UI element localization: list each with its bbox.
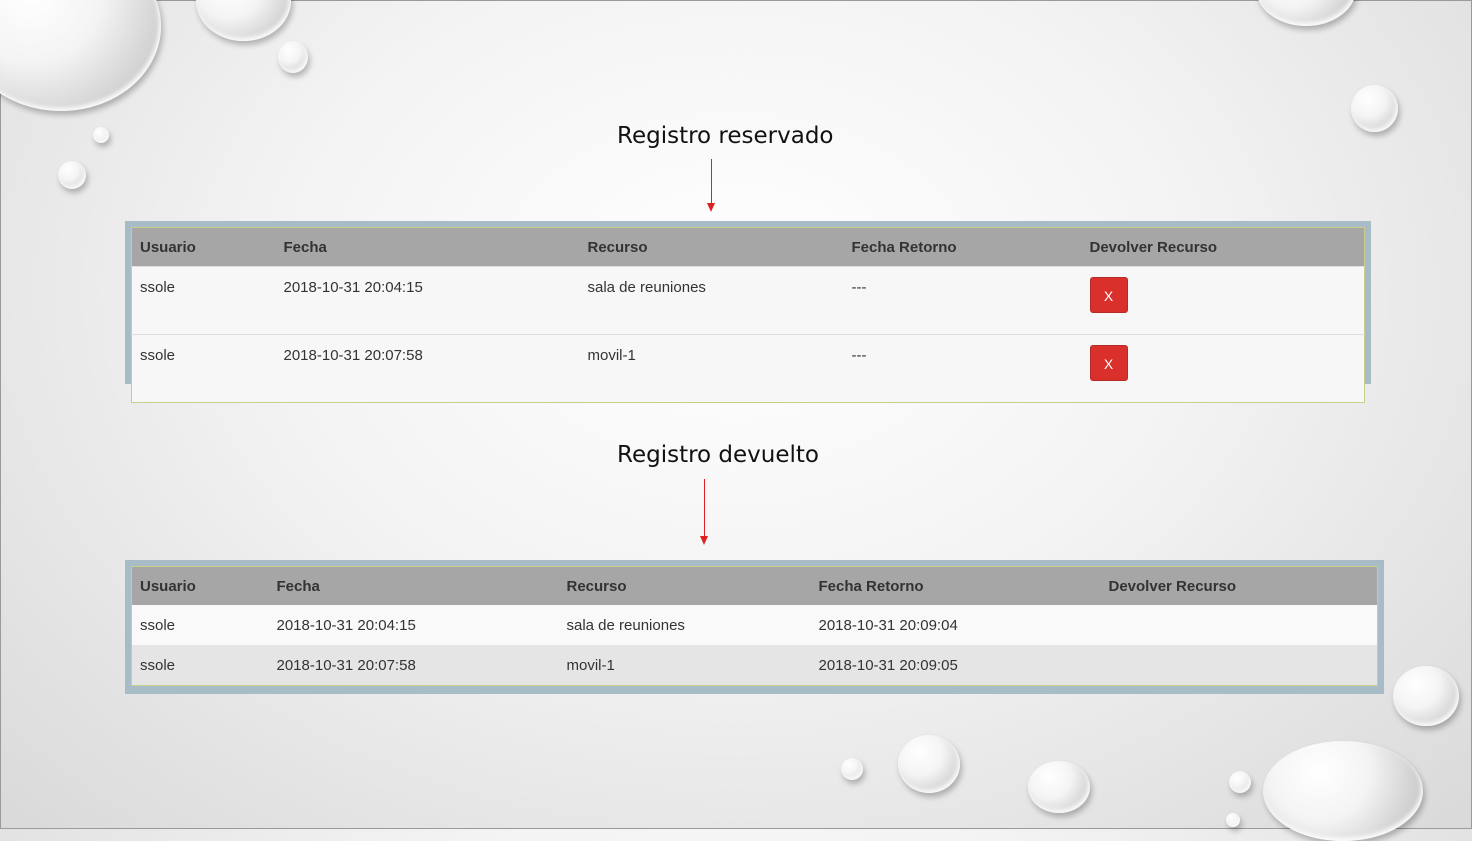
table-row: ssole 2018-10-31 20:07:58 movil-1 2018-1… [131,645,1378,686]
cell-recurso: sala de reuniones [558,605,811,645]
cell-fecha-retorno: --- [843,266,1082,335]
cell-fecha-retorno: --- [843,334,1082,403]
caption-reserved: Registro reservado [617,123,834,149]
cell-recurso: movil-1 [579,334,844,403]
table-row: ssole 2018-10-31 20:04:15 sala de reunio… [131,266,1365,335]
header-fecha-retorno: Fecha Retorno [843,227,1082,267]
cell-usuario: ssole [131,334,276,403]
cell-fecha-retorno: 2018-10-31 20:09:05 [810,645,1101,686]
cell-devolver [1100,645,1378,686]
caption-returned: Registro devuelto [617,442,819,468]
arrow-head-icon [707,203,715,212]
header-fecha: Fecha [275,227,580,267]
reserved-table: Usuario Fecha Recurso Fecha Retorno Devo… [131,227,1365,403]
water-drop-decoration [1263,741,1423,841]
cell-devolver: X [1081,334,1365,403]
cell-fecha: 2018-10-31 20:04:15 [268,605,559,645]
table-row: ssole 2018-10-31 20:04:15 sala de reunio… [131,605,1378,645]
arrow-down-icon [711,159,712,204]
cell-recurso: movil-1 [558,645,811,686]
water-drop-decoration [278,41,308,73]
table-header-row: Usuario Fecha Recurso Fecha Retorno Devo… [131,227,1365,267]
water-drop-decoration [841,758,863,780]
header-usuario: Usuario [131,566,269,605]
cell-usuario: ssole [131,266,276,335]
header-devolver-recurso: Devolver Recurso [1081,227,1365,267]
cell-usuario: ssole [131,645,269,686]
cell-recurso: sala de reuniones [579,266,844,335]
water-drop-decoration [1229,771,1251,793]
header-recurso: Recurso [558,566,811,605]
water-drop-decoration [1028,761,1090,813]
header-recurso: Recurso [579,227,844,267]
cell-fecha: 2018-10-31 20:07:58 [275,334,580,403]
header-fecha-retorno: Fecha Retorno [810,566,1101,605]
header-fecha: Fecha [268,566,559,605]
water-drop-decoration [58,161,86,189]
cell-fecha-retorno: 2018-10-31 20:09:04 [810,605,1101,645]
water-drop-decoration [93,127,109,143]
slide: Registro reservado Usuario Fecha Recurso… [0,0,1472,841]
table-row: ssole 2018-10-31 20:07:58 movil-1 --- X [131,334,1365,403]
arrow-down-icon [704,479,705,537]
return-resource-button[interactable]: X [1089,277,1128,313]
water-drop-decoration [0,0,161,111]
cell-fecha: 2018-10-31 20:07:58 [268,645,559,686]
cell-fecha: 2018-10-31 20:04:15 [275,266,580,335]
returned-table-panel: Usuario Fecha Recurso Fecha Retorno Devo… [125,560,1384,694]
return-resource-button[interactable]: X [1089,345,1128,381]
arrow-head-icon [700,536,708,545]
header-devolver-recurso: Devolver Recurso [1100,566,1378,605]
table-header-row: Usuario Fecha Recurso Fecha Retorno Devo… [131,566,1378,605]
water-drop-decoration [898,735,960,793]
reserved-table-panel: Usuario Fecha Recurso Fecha Retorno Devo… [125,221,1371,403]
water-drop-decoration [1393,666,1459,726]
returned-table: Usuario Fecha Recurso Fecha Retorno Devo… [131,566,1378,686]
water-drop-decoration [1351,85,1398,132]
water-drop-decoration [196,0,291,41]
water-drop-decoration [1256,0,1356,26]
cell-devolver [1100,605,1378,645]
water-drop-decoration [1226,813,1240,827]
header-usuario: Usuario [131,227,276,267]
cell-devolver: X [1081,266,1365,335]
cell-usuario: ssole [131,605,269,645]
